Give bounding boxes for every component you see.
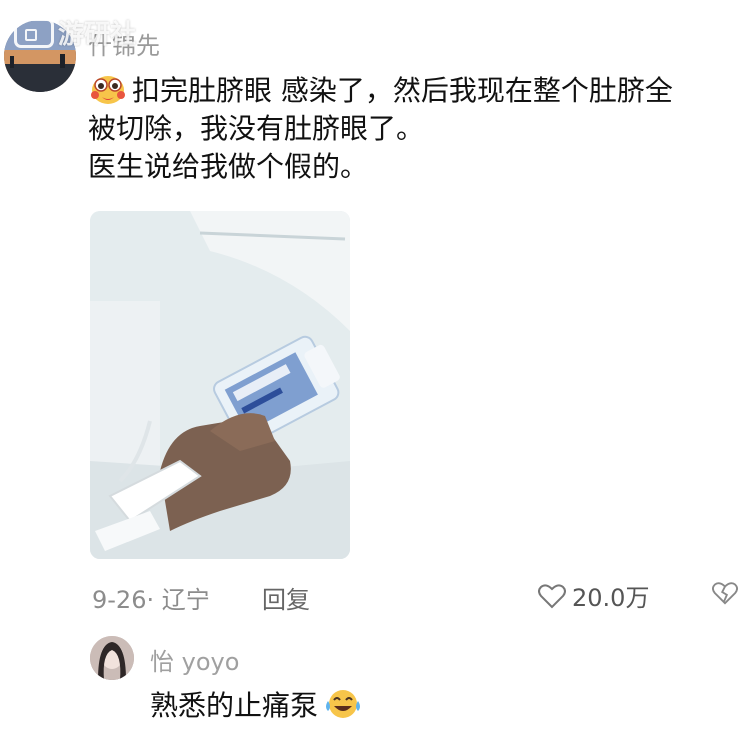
like-button[interactable]: 20.0万: [538, 578, 649, 613]
reply-username[interactable]: 怡 yoyo: [150, 642, 239, 677]
heart-icon: [538, 583, 566, 608]
tv-logo-icon: [14, 17, 54, 48]
post-line-3: 医生说给我做个假的。: [88, 150, 369, 183]
post-line-1: 扣完肚脐眼 感染了，然后我现在整个肚脐全: [88, 70, 748, 110]
watermark-text: 游研社: [58, 20, 137, 50]
post-content: 扣完肚脐眼 感染了，然后我现在整个肚脐全 被切除，我没有肚脐眼了。 医生说给我做…: [88, 70, 748, 186]
post-line-2: 被切除，我没有肚脐眼了。: [88, 112, 425, 145]
reply-button[interactable]: 回复: [262, 580, 310, 615]
post-date-location: 9-26· 辽宁: [92, 586, 210, 614]
reply-avatar[interactable]: [90, 636, 134, 680]
post-meta-row: 9-26· 辽宁 回复 20.0万: [92, 576, 742, 615]
like-count: 20.0万: [572, 584, 650, 612]
pleading-face-emoji-icon: [91, 76, 125, 104]
dislike-button[interactable]: [712, 580, 738, 612]
reply-text: 熟悉的止痛泵: [150, 689, 319, 722]
broken-heart-icon: [712, 582, 738, 605]
crying-laughing-emoji-icon: [326, 690, 361, 718]
post-photo[interactable]: [90, 211, 350, 559]
watermark: 游研社: [14, 14, 136, 51]
photo-image: [90, 211, 350, 559]
reply-avatar-image: [90, 636, 134, 680]
reply-content: 熟悉的止痛泵: [150, 684, 362, 724]
post-line-1-text: 扣完肚脐眼 感染了，然后我现在整个肚脐全: [132, 74, 673, 107]
